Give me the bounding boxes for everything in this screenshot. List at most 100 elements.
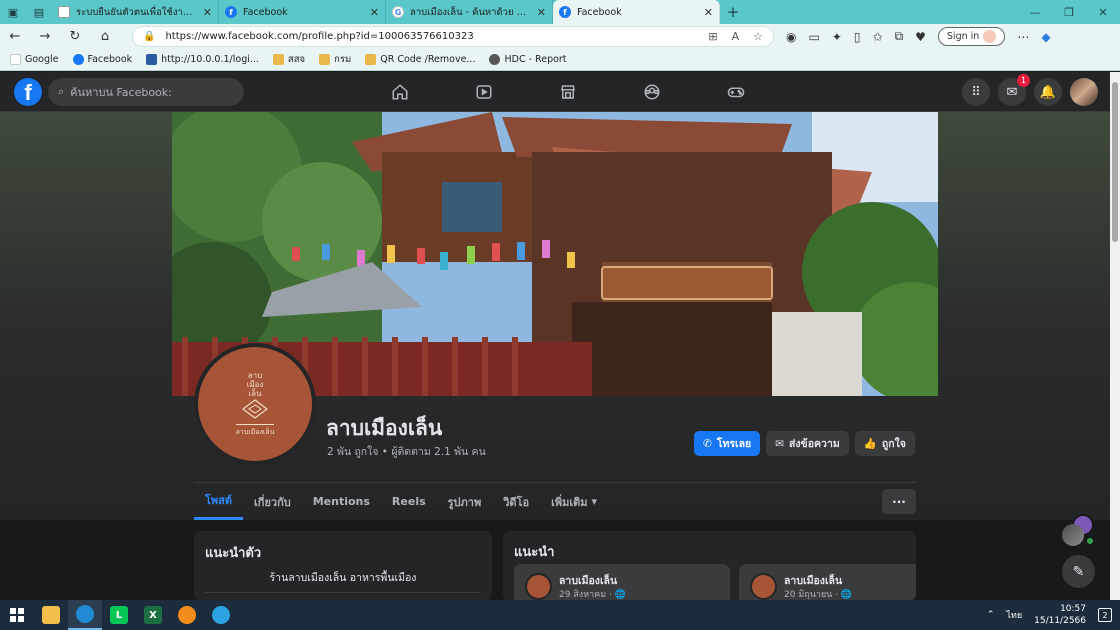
- google-icon: [10, 54, 21, 65]
- call-now-button[interactable]: ✆ โทรเลย: [694, 431, 761, 456]
- caret-down-icon: ▾: [591, 495, 598, 508]
- search-placeholder: ค้นหาบน Facebook:: [70, 86, 172, 99]
- close-icon[interactable]: ✕: [537, 6, 546, 19]
- browser-tab-1[interactable]: ระบบยืนยันตัวตนเพื่อใช้งาน Internet ✕: [52, 0, 219, 24]
- marketplace-nav-icon[interactable]: [526, 72, 610, 112]
- folder-icon: [272, 54, 284, 65]
- new-tab-button[interactable]: +: [720, 0, 746, 24]
- page-stats[interactable]: 2 พัน ถูกใจ • ผู้ติดตาม 2.1 พัน คน: [327, 443, 486, 460]
- featured-title: แนะนำ: [514, 545, 555, 560]
- bookmarks-bar: Google Facebook http://10.0.0.1/logi... …: [0, 49, 1120, 71]
- messenger-icon[interactable]: ✉ 1: [998, 74, 1030, 106]
- browser-tab-2[interactable]: f Facebook ✕: [219, 0, 386, 24]
- account-avatar[interactable]: [1070, 78, 1098, 106]
- browser-tab-4[interactable]: f Facebook ✕: [553, 0, 720, 24]
- extension-icon-2[interactable]: ▭: [808, 30, 819, 44]
- clock[interactable]: 10:57 15/11/2566: [1034, 603, 1086, 627]
- back-icon[interactable]: ←: [0, 29, 30, 44]
- app-taskbar[interactable]: [204, 600, 238, 630]
- close-icon[interactable]: ✕: [203, 6, 212, 19]
- logo-line: ลาบ: [247, 370, 263, 380]
- new-message-button[interactable]: ✎: [1062, 555, 1095, 588]
- search-app-taskbar[interactable]: [170, 600, 204, 630]
- page-scrollbar[interactable]: [1110, 72, 1120, 600]
- favorites-icon[interactable]: ✩: [873, 30, 883, 44]
- lock-icon[interactable]: 🔒: [143, 31, 155, 42]
- close-icon[interactable]: ✕: [704, 6, 713, 19]
- tab-videos[interactable]: วิดีโอ: [492, 483, 540, 520]
- copilot-icon[interactable]: ◆: [1041, 30, 1050, 44]
- tab-posts[interactable]: โพสต์: [194, 483, 244, 520]
- bookmark-folder-2[interactable]: กรม: [319, 52, 351, 67]
- bookmark-google[interactable]: Google: [10, 54, 59, 65]
- address-bar[interactable]: 🔒 https://www.facebook.com/profile.php?i…: [132, 26, 774, 47]
- logo-ornament-icon: [242, 398, 268, 419]
- extensions-icon[interactable]: ✦: [832, 30, 842, 44]
- line-taskbar[interactable]: L: [102, 600, 136, 630]
- notifications-bell-icon[interactable]: 🔔: [1034, 78, 1062, 106]
- tab-photos[interactable]: รูปภาพ: [437, 483, 493, 520]
- window-close-icon[interactable]: ✕: [1086, 0, 1120, 24]
- file-explorer-taskbar[interactable]: [34, 600, 68, 630]
- sign-in-button[interactable]: Sign in: [937, 27, 1006, 46]
- contact-avatar[interactable]: [1062, 524, 1084, 546]
- facebook-logo-icon[interactable]: f: [14, 78, 42, 106]
- tab-mentions[interactable]: Mentions: [302, 483, 381, 520]
- forward-icon[interactable]: →: [30, 29, 60, 44]
- browser-tab-3[interactable]: G ลาบเมืองเล็น - ค้นหาด้วย Google ✕: [386, 0, 553, 24]
- like-label: ถูกใจ: [881, 438, 906, 450]
- page-profile-picture[interactable]: ลาบ เมือง เล็น ลาบเมืองเล็น: [194, 343, 316, 465]
- facebook-search-input[interactable]: ⌕ ค้นหาบน Facebook:: [48, 78, 244, 106]
- home-icon[interactable]: ⌂: [90, 29, 120, 44]
- language-indicator[interactable]: ไทย: [1006, 608, 1022, 622]
- featured-item[interactable]: ลาบเมืองเล็น 20 มิถุนายน · 🌐: [739, 564, 916, 601]
- tab-reels[interactable]: Reels: [381, 483, 437, 520]
- excel-taskbar[interactable]: X: [136, 600, 170, 630]
- extension-icon[interactable]: ◉: [786, 30, 796, 44]
- edge-taskbar[interactable]: [68, 600, 102, 630]
- chevron-up-icon[interactable]: ⌃: [987, 610, 995, 620]
- start-button[interactable]: [0, 600, 34, 630]
- bookmark-folder-3[interactable]: QR Code /Remove...: [365, 54, 475, 65]
- windows-logo-icon: [10, 608, 24, 622]
- bookmark-folder-1[interactable]: สสจ: [272, 52, 305, 67]
- bookmark-hdc[interactable]: HDC - Report: [489, 54, 567, 65]
- messenger-icon: ✉: [775, 437, 785, 450]
- workspaces-icon[interactable]: ▣: [0, 0, 26, 24]
- scrollbar-thumb[interactable]: [1112, 82, 1118, 242]
- bookmark-label: QR Code /Remove...: [380, 54, 476, 65]
- home-nav-icon[interactable]: [358, 72, 442, 112]
- notification-center-icon[interactable]: 2: [1098, 608, 1112, 622]
- tab-more[interactable]: เพิ่มเติม ▾: [540, 483, 608, 520]
- featured-avatar: [750, 573, 777, 600]
- video-nav-icon[interactable]: [442, 72, 526, 112]
- facebook-header: f ⌕ ค้นหาบน Facebook: ⠿ ✉ 1 🔔: [0, 72, 1110, 112]
- facebook-icon: [72, 54, 84, 65]
- like-page-button[interactable]: 👍 ถูกใจ: [854, 431, 915, 456]
- menu-grid-icon[interactable]: ⠿: [962, 78, 990, 106]
- featured-item[interactable]: ลาบเมืองเล็น 29 สิงหาคม · 🌐: [514, 564, 730, 601]
- read-aloud-icon[interactable]: A: [732, 30, 740, 43]
- collections-icon[interactable]: ⧉: [895, 29, 904, 44]
- bookmark-local-login[interactable]: http://10.0.0.1/logi...: [146, 54, 259, 65]
- app-available-icon[interactable]: ⊞: [708, 30, 717, 43]
- tab-about[interactable]: เกี่ยวกับ: [243, 483, 302, 520]
- tab-actions-icon[interactable]: ▤: [26, 0, 52, 24]
- close-icon[interactable]: ✕: [370, 6, 379, 19]
- logo-line: เมือง: [246, 379, 264, 389]
- google-icon: G: [392, 6, 404, 18]
- windows-taskbar: L X ⌃ ไทย 10:57 15/11/2566 2: [0, 600, 1120, 630]
- page-title: ลาบเมืองเล็น: [326, 416, 443, 440]
- send-message-button[interactable]: ✉ ส่งข้อความ: [766, 431, 849, 456]
- minimize-icon[interactable]: —: [1018, 0, 1052, 24]
- settings-more-icon[interactable]: ⋯: [1017, 30, 1029, 44]
- more-options-button[interactable]: ···: [882, 489, 916, 514]
- groups-nav-icon[interactable]: [610, 72, 694, 112]
- split-screen-icon[interactable]: ▯: [854, 30, 861, 44]
- favorite-star-icon[interactable]: ☆: [753, 30, 763, 43]
- gaming-nav-icon[interactable]: [694, 72, 778, 112]
- bookmark-facebook[interactable]: Facebook: [72, 54, 132, 65]
- performance-icon[interactable]: ♥: [915, 30, 926, 44]
- restore-icon[interactable]: ❐: [1052, 0, 1086, 24]
- refresh-icon[interactable]: ↻: [60, 29, 90, 44]
